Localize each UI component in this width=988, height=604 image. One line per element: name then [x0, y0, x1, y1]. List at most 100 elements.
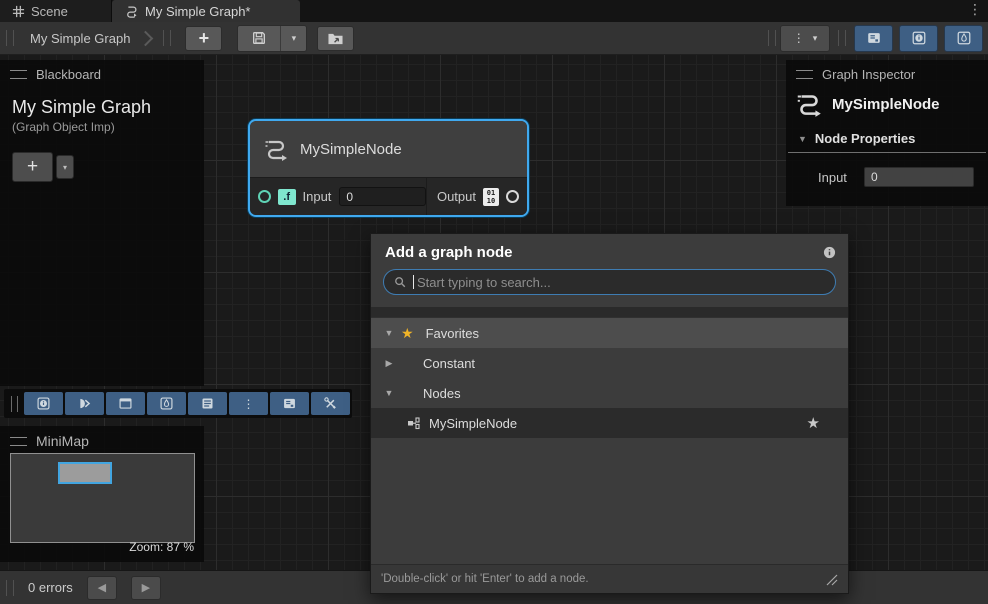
- output-port[interactable]: [506, 190, 519, 203]
- options-dropdown-button[interactable]: ⋮ ▾: [780, 25, 830, 52]
- minimap-viewport[interactable]: [10, 453, 195, 543]
- forward-arrow-icon: ▶: [142, 581, 150, 594]
- info-toggle-button[interactable]: [24, 392, 63, 415]
- node-properties-foldout[interactable]: ▼ Node Properties: [788, 117, 986, 153]
- console-lines-icon: [200, 396, 215, 411]
- graph-tool-window: Scene My Simple Graph* ⋮ My Simple Graph…: [0, 0, 988, 604]
- toolbar-drag-handle[interactable]: [11, 396, 18, 412]
- tools-button[interactable]: [311, 392, 350, 415]
- open-asset-button[interactable]: [317, 26, 354, 51]
- node-type-icon: [407, 416, 421, 430]
- port-arrow-icon: [77, 396, 92, 411]
- window-toggle-button[interactable]: [106, 392, 145, 415]
- inspector-node-row: MySimpleNode: [786, 87, 988, 117]
- resize-handle-icon[interactable]: [825, 573, 838, 586]
- graph-node-mysimplenode[interactable]: MySimpleNode .f Input 0 Output 01 10: [248, 119, 529, 217]
- save-icon: [251, 30, 267, 46]
- plus-icon: +: [199, 28, 210, 49]
- plus-icon: +: [27, 156, 38, 178]
- previous-error-button[interactable]: ◀: [87, 576, 117, 600]
- breadcrumb[interactable]: My Simple Graph: [18, 31, 157, 46]
- inspector-header[interactable]: Graph Inspector: [786, 60, 988, 87]
- breadcrumb-chevron-icon: [138, 30, 154, 46]
- blackboard-toggle-button[interactable]: [854, 25, 893, 52]
- info-icon[interactable]: [823, 246, 836, 259]
- blackboard-header-label: Blackboard: [36, 67, 101, 82]
- drag-handle-icon[interactable]: [796, 70, 813, 79]
- error-count-label: 0 errors: [28, 580, 73, 595]
- breadcrumb-label: My Simple Graph: [30, 31, 130, 46]
- view-options-toolbar: ⋮: [4, 389, 352, 418]
- tree-item-label: MySimpleNode: [429, 416, 517, 431]
- inspector-input-field[interactable]: 0: [864, 167, 974, 187]
- save-button[interactable]: [238, 26, 280, 51]
- minimap-option-button[interactable]: [147, 392, 186, 415]
- node-properties-label: Node Properties: [815, 131, 915, 146]
- new-graph-button[interactable]: +: [185, 26, 222, 51]
- kebab-icon: ⋮: [793, 31, 805, 45]
- statusbar-drag-handle[interactable]: [6, 580, 14, 596]
- add-variable-button[interactable]: +: [12, 152, 53, 182]
- tab-graph[interactable]: My Simple Graph*: [112, 0, 300, 22]
- tab-graph-label: My Simple Graph*: [145, 4, 250, 19]
- add-node-dialog: Add a graph node ▼ ★ Favorites ▶ Constan…: [370, 233, 849, 594]
- blackboard-buttons: + ▾: [0, 134, 204, 182]
- minimap-zoom-label: Zoom: 87 %: [129, 540, 194, 554]
- kebab-icon: ⋮: [243, 397, 255, 411]
- blackboard-panel: Blackboard My Simple Graph (Graph Object…: [0, 60, 204, 386]
- add-variable-dropdown[interactable]: ▾: [56, 155, 74, 179]
- inspector-node-name: MySimpleNode: [832, 96, 940, 113]
- dialog-divider: [371, 307, 848, 318]
- grid-icon: [12, 5, 25, 18]
- tab-scene[interactable]: Scene: [0, 0, 112, 22]
- tab-scene-label: Scene: [31, 4, 68, 19]
- ports-toggle-button[interactable]: [65, 392, 104, 415]
- inspector-header-label: Graph Inspector: [822, 67, 915, 82]
- text-cursor: [413, 275, 414, 289]
- toolbar-separator: [838, 30, 846, 46]
- favorite-toggle-star-icon[interactable]: ★: [807, 414, 820, 432]
- inspector-toggle-button[interactable]: [899, 25, 938, 52]
- search-input[interactable]: [415, 274, 825, 291]
- input-port[interactable]: [258, 190, 271, 203]
- window-menu-icon[interactable]: ⋮: [968, 1, 982, 18]
- dialog-title-row: Add a graph node: [371, 234, 848, 269]
- console-toggle-button[interactable]: [188, 392, 227, 415]
- save-dropdown-button[interactable]: ▾: [280, 26, 306, 51]
- binary-bottom: 10: [487, 197, 495, 205]
- tree-item-constant[interactable]: ▶ Constant: [371, 348, 848, 378]
- caret-down-icon: ▼: [798, 134, 807, 144]
- minimap-node-rect[interactable]: [58, 462, 112, 484]
- minimap-panel: MiniMap Zoom: 87 %: [0, 426, 204, 562]
- drag-handle-icon[interactable]: [10, 70, 27, 79]
- toolbar-drag-handle[interactable]: [6, 30, 14, 46]
- minimap-toggle-button[interactable]: [944, 25, 983, 52]
- dialog-footer: 'Double-click' or hit 'Enter' to add a n…: [371, 564, 848, 593]
- blackboard-header[interactable]: Blackboard: [0, 60, 204, 87]
- more-options-button[interactable]: ⋮: [229, 392, 268, 415]
- node-search-box[interactable]: [383, 269, 836, 295]
- caret-right-icon: ▶: [383, 358, 395, 369]
- node-tree: ▼ ★ Favorites ▶ Constant ▼ Nodes MySimpl…: [371, 318, 848, 564]
- minimap-header-label: MiniMap: [36, 433, 89, 449]
- tree-item-nodes[interactable]: ▼ Nodes: [371, 378, 848, 408]
- next-error-button[interactable]: ▶: [131, 576, 161, 600]
- binary-top: 01: [487, 189, 495, 197]
- blackboard-panel-icon: [282, 396, 297, 411]
- main-toolbar: My Simple Graph + ▾ ⋮ ▾: [0, 22, 988, 55]
- minimap-header[interactable]: MiniMap: [0, 426, 204, 454]
- toolbar-separator: [768, 30, 776, 46]
- drag-handle-icon[interactable]: [10, 437, 27, 446]
- graph-node-icon: [794, 91, 824, 117]
- node-input-field[interactable]: 0: [339, 187, 426, 206]
- tree-item-favorites[interactable]: ▼ ★ Favorites: [371, 318, 848, 348]
- node-output-label: Output: [437, 189, 476, 204]
- info-icon: [911, 30, 927, 46]
- node-output-group: Output 01 10: [426, 178, 527, 215]
- back-arrow-icon: ◀: [98, 581, 106, 594]
- node-header[interactable]: MySimpleNode: [250, 121, 527, 177]
- tab-bar: Scene My Simple Graph* ⋮: [0, 0, 988, 22]
- save-split-button: ▾: [237, 25, 307, 52]
- panels-toggle-button[interactable]: [270, 392, 309, 415]
- tree-item-mysimplenode[interactable]: MySimpleNode ★: [371, 408, 848, 438]
